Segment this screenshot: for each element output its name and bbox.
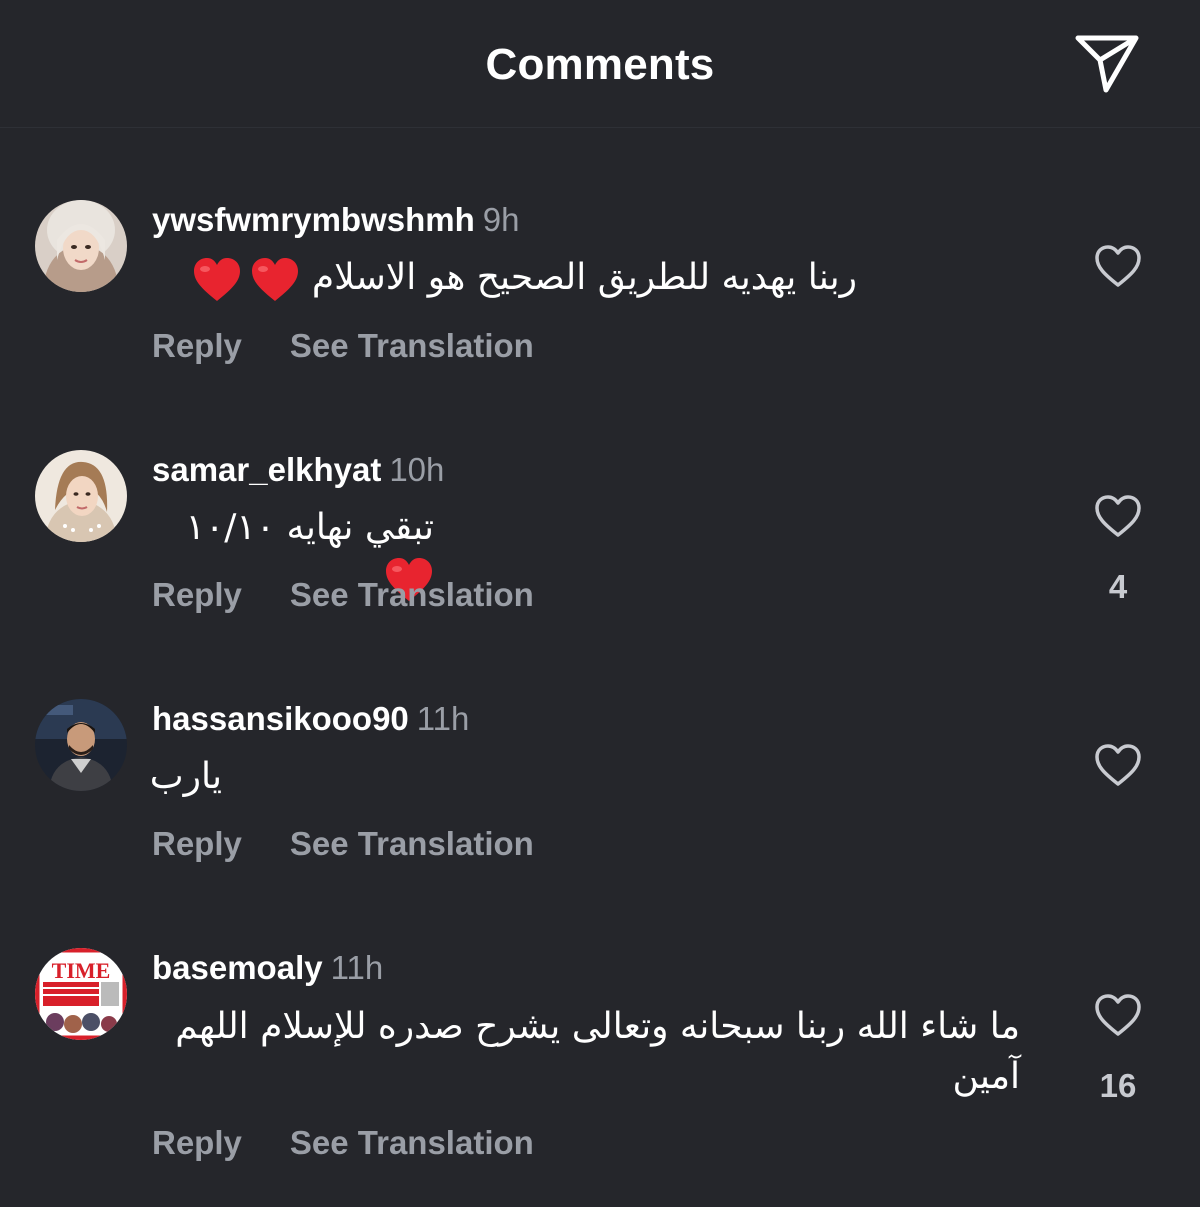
reply-button[interactable]: Reply [152, 576, 242, 613]
comment-text-row: ما شاء الله ربنا سبحانه وتعالى يشرح صدره… [152, 1002, 1020, 1102]
reply-button[interactable]: Reply [152, 825, 242, 862]
comment-meta: ywsfwmrymbwshmh 9h [152, 200, 519, 240]
comment-text: ما شاء الله ربنا سبحانه وتعالى يشرح صدره… [175, 1006, 1020, 1097]
see-translation-button[interactable]: See Translation [290, 327, 534, 364]
comment-time: 11h [330, 949, 384, 986]
avatar[interactable] [35, 200, 127, 292]
paper-plane-icon [1075, 35, 1139, 93]
comment-actions: Reply See Translation [152, 326, 534, 366]
username[interactable]: basemoaly [152, 949, 323, 986]
share-button[interactable] [1070, 30, 1144, 96]
comment-actions: Reply See Translation [152, 824, 534, 864]
comment-meta: hassansikooo90 11h [152, 699, 469, 739]
reply-button[interactable]: Reply [152, 1124, 242, 1161]
comment-time: 10h [389, 451, 445, 488]
comment-time: 11h [416, 700, 470, 737]
like-button[interactable] [1094, 244, 1142, 288]
like-button[interactable] [1094, 993, 1142, 1037]
reply-button[interactable]: Reply [152, 327, 242, 364]
page-title: Comments [485, 40, 715, 89]
like-button[interactable] [1094, 743, 1142, 787]
red-heart-icon [252, 258, 299, 301]
comment-text-row: ربنا يهديه للطريق الصحيح هو الاسلام [152, 253, 857, 304]
comment-actions: Reply See Translation [152, 575, 534, 615]
username[interactable]: samar_elkhyat [152, 451, 381, 488]
avatar[interactable] [35, 699, 127, 791]
see-translation-button[interactable]: See Translation [290, 1124, 534, 1161]
heart-outline-icon [1095, 495, 1141, 537]
like-button[interactable] [1094, 494, 1142, 538]
username[interactable]: hassansikooo90 [152, 700, 409, 737]
comment-text: ربنا يهديه للطريق الصحيح هو الاسلام [311, 257, 857, 298]
see-translation-button[interactable]: See Translation [290, 825, 534, 862]
heart-outline-icon [1095, 245, 1141, 287]
comment-actions: Reply See Translation [152, 1123, 534, 1163]
see-translation-button[interactable]: See Translation [290, 576, 534, 613]
like-count: 16 [1099, 1067, 1137, 1104]
comment-meta: samar_elkhyat 10h [152, 450, 444, 490]
comments-header: Comments [0, 0, 1200, 128]
comment-text-row: يارب [149, 752, 222, 802]
red-heart-icon [194, 258, 241, 301]
comment-time: 9h [482, 201, 520, 238]
heart-outline-icon [1095, 744, 1141, 786]
avatar[interactable]: TIME [35, 948, 127, 1040]
like-count: 4 [1108, 568, 1128, 605]
heart-outline-icon [1095, 994, 1141, 1036]
comment-meta: basemoaly 11h [152, 948, 383, 988]
emoji-hearts [184, 254, 300, 304]
comment-text: يارب [149, 756, 222, 797]
avatar[interactable] [35, 450, 127, 542]
username[interactable]: ywsfwmrymbwshmh [152, 201, 475, 238]
comment-text: تبقي نهايه ١٠/١٠ [185, 507, 434, 548]
avatar-time-logo: TIME [52, 958, 111, 983]
